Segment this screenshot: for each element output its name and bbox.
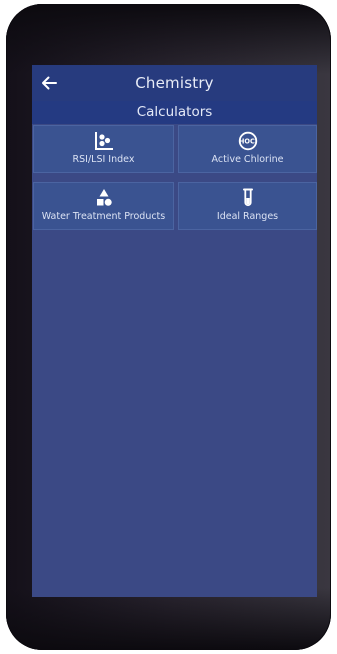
app-bar: Chemistry: [32, 65, 317, 101]
shapes-icon: [34, 188, 173, 208]
test-tube-icon: [179, 188, 316, 208]
water-treatment-products-tile[interactable]: Water Treatment Products: [33, 182, 174, 230]
scatter-chart-icon: [34, 131, 173, 151]
chlorine-hocl-icon: HOCl: [179, 131, 316, 151]
app-screen: Chemistry Calculators RSI/LSI Index HOCl: [32, 65, 317, 597]
active-chlorine-label: Active Chlorine: [211, 154, 284, 165]
water-treatment-products-label: Water Treatment Products: [41, 211, 166, 222]
ideal-ranges-label: Ideal Ranges: [216, 211, 279, 222]
phone-top-bezel: [6, 4, 331, 74]
section-title: Calculators: [32, 101, 317, 124]
ideal-ranges-tile[interactable]: Ideal Ranges: [178, 182, 317, 230]
active-chlorine-tile[interactable]: HOCl Active Chlorine: [178, 125, 317, 173]
page-title: Chemistry: [135, 74, 214, 92]
phone-bottom-bezel: [6, 588, 331, 650]
rsi-lsi-index-tile[interactable]: RSI/LSI Index: [33, 125, 174, 173]
phone-frame: Chemistry Calculators RSI/LSI Index HOCl: [6, 4, 331, 650]
hocl-icon-text: HOCl: [238, 138, 256, 146]
rsi-lsi-index-label: RSI/LSI Index: [72, 154, 135, 165]
